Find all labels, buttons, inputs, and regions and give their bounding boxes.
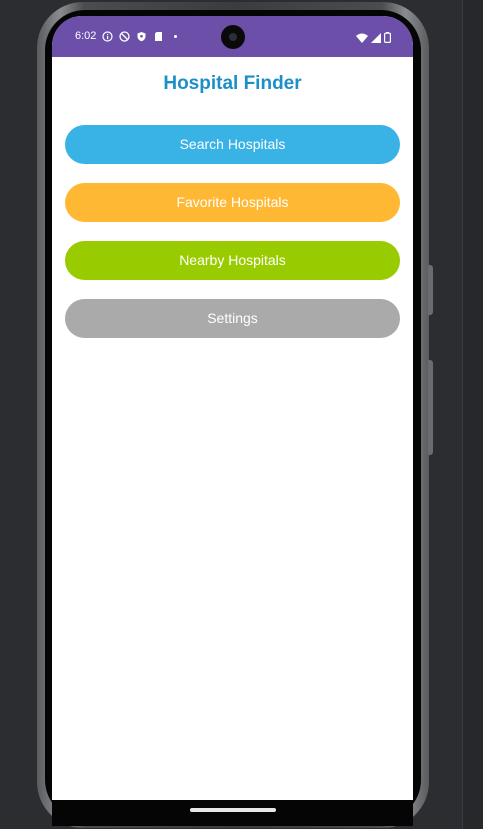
blocked-icon (119, 29, 130, 42)
status-system-icons (356, 30, 392, 48)
nearby-hospitals-button[interactable]: Nearby Hospitals (65, 241, 400, 280)
status-time: 6:02 (75, 30, 97, 42)
home-indicator[interactable] (190, 808, 276, 812)
front-camera (221, 25, 245, 49)
sd-card-icon (153, 29, 164, 41)
status-notification-icons (102, 29, 181, 42)
shield-icon (136, 29, 147, 42)
info-icon (102, 29, 113, 42)
volume-button[interactable] (428, 360, 433, 455)
favorite-hospitals-button[interactable]: Favorite Hospitals (65, 183, 400, 222)
battery-icon (384, 30, 392, 48)
phone-screen: 6:02 Hospital Finder Search Hospitals Fa… (52, 16, 413, 811)
dot-icon (170, 29, 181, 40)
search-hospitals-button[interactable]: Search Hospitals (65, 125, 400, 164)
settings-button[interactable]: Settings (65, 299, 400, 338)
signal-icon (371, 30, 381, 48)
emulator-side-panel (462, 0, 483, 829)
navigation-bar (52, 800, 413, 826)
status-bar: 6:02 (52, 16, 413, 57)
app-title: Hospital Finder (163, 73, 302, 94)
wifi-icon (356, 30, 368, 48)
power-button[interactable] (428, 265, 433, 315)
